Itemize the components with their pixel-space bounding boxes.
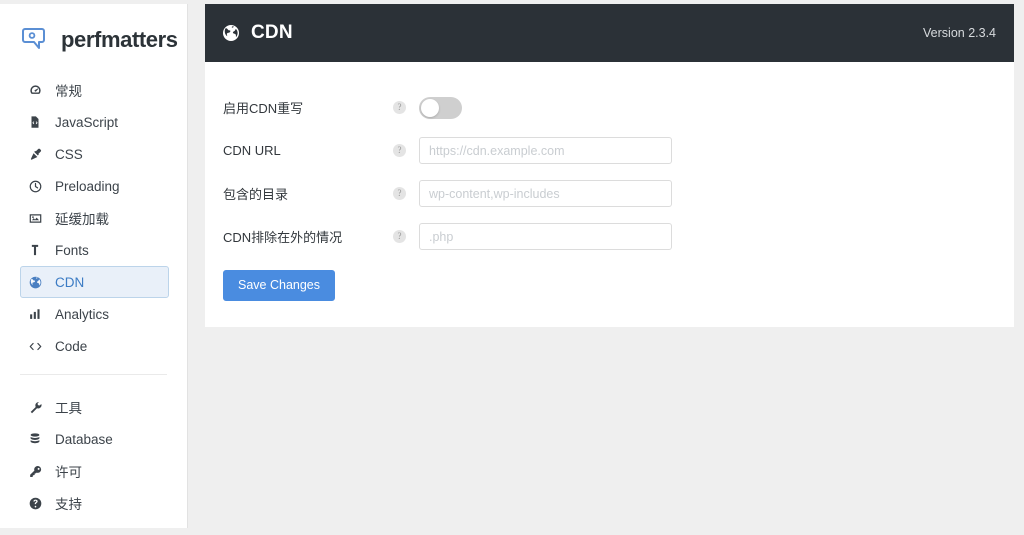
panel-header: CDN Version 2.3.4 <box>205 4 1014 62</box>
key-icon <box>27 463 43 479</box>
sidebar-item-label: Analytics <box>55 306 110 322</box>
form-row-cdn-url: CDN URL ? <box>205 129 1014 172</box>
field-label: 包含的目录 <box>223 187 289 202</box>
database-icon <box>27 431 43 447</box>
brand: perfmatters <box>0 4 187 58</box>
clock-icon <box>27 178 43 194</box>
help-icon[interactable]: ? <box>393 230 406 243</box>
globe-icon <box>27 274 43 290</box>
form-row-cdn-exclusions: CDN排除在外的情况 ? <box>205 215 1014 258</box>
save-row: Save Changes <box>205 258 1014 301</box>
save-changes-button[interactable]: Save Changes <box>223 270 336 301</box>
sidebar-item-label: CDN <box>55 274 85 290</box>
sidebar-item-label: 常规 <box>55 84 82 99</box>
toggle-knob <box>421 98 439 117</box>
sidebar-item-javascript[interactable]: JavaScript <box>20 106 169 138</box>
globe-icon <box>221 23 241 43</box>
sidebar: perfmatters 常规 JavaScript CSS Preloading… <box>0 4 188 528</box>
sidebar-item-label: 支持 <box>55 497 82 512</box>
perfmatters-logo-icon <box>20 25 52 55</box>
code-icon <box>27 338 43 354</box>
sidebar-item-analytics[interactable]: Analytics <box>20 298 169 330</box>
sidebar-item-tools[interactable]: 工具 <box>20 391 169 423</box>
help-icon[interactable]: ? <box>393 144 406 157</box>
brush-icon <box>27 146 43 162</box>
brand-name: perfmatters <box>61 27 178 52</box>
page-root: perfmatters 常规 JavaScript CSS Preloading… <box>0 0 1024 535</box>
version-label: Version 2.3.4 <box>923 26 996 40</box>
cdn-url-input[interactable] <box>419 137 672 164</box>
field-label: CDN排除在外的情况 <box>223 230 343 245</box>
form-row-included-directories: 包含的目录 ? <box>205 172 1014 215</box>
sidebar-item-css[interactable]: CSS <box>20 138 169 170</box>
included-directories-input[interactable] <box>419 180 672 207</box>
cdn-exclusions-input[interactable] <box>419 223 672 250</box>
sidebar-item-label: CSS <box>55 146 83 162</box>
sidebar-primary-nav: 常规 JavaScript CSS Preloading 延缓加载 Fonts … <box>0 74 187 362</box>
bar-chart-icon <box>27 306 43 322</box>
form-row-enable-cdn-rewrite: 启用CDN重写 ? <box>205 86 1014 129</box>
page-title: CDN <box>251 22 293 43</box>
image-icon <box>27 210 43 226</box>
enable-cdn-rewrite-toggle[interactable] <box>419 96 462 119</box>
help-icon[interactable]: ? <box>393 187 406 200</box>
gauge-icon <box>27 82 43 98</box>
sidebar-item-database[interactable]: Database <box>20 423 169 455</box>
sidebar-item-lazyload[interactable]: 延缓加载 <box>20 202 169 234</box>
sidebar-secondary-nav: 工具 Database 许可 支持 <box>0 391 187 519</box>
sidebar-item-label: Code <box>55 338 88 354</box>
sidebar-item-label: 延缓加载 <box>55 212 109 227</box>
wrench-icon <box>27 399 43 415</box>
field-label: CDN URL <box>223 143 281 158</box>
content-area: CDN Version 2.3.4 启用CDN重写 ? CDN URL ? 包 <box>205 4 1014 327</box>
help-icon[interactable]: ? <box>393 101 406 114</box>
sidebar-item-license[interactable]: 许可 <box>20 455 169 487</box>
question-mark-icon <box>27 495 43 511</box>
sidebar-item-label: 许可 <box>55 465 82 480</box>
sidebar-item-label: 工具 <box>55 401 82 416</box>
sidebar-item-code[interactable]: Code <box>20 330 169 362</box>
panel-header-left: CDN <box>221 22 293 44</box>
sidebar-item-preloading[interactable]: Preloading <box>20 170 169 202</box>
sidebar-item-fonts[interactable]: Fonts <box>20 234 169 266</box>
sidebar-item-label: Fonts <box>55 242 89 258</box>
sidebar-divider <box>20 374 167 375</box>
sidebar-item-cdn[interactable]: CDN <box>20 266 169 298</box>
file-code-icon <box>27 114 43 130</box>
sidebar-item-label: Preloading <box>55 178 120 194</box>
settings-form: 启用CDN重写 ? CDN URL ? 包含的目录 ? CDN排除在外的情况 <box>205 62 1014 327</box>
field-label: 启用CDN重写 <box>223 101 304 116</box>
sidebar-item-support[interactable]: 支持 <box>20 487 169 519</box>
sidebar-item-label: Database <box>55 431 113 447</box>
sidebar-item-label: JavaScript <box>55 114 119 130</box>
sidebar-item-general[interactable]: 常规 <box>20 74 169 106</box>
font-case-icon <box>27 242 43 258</box>
